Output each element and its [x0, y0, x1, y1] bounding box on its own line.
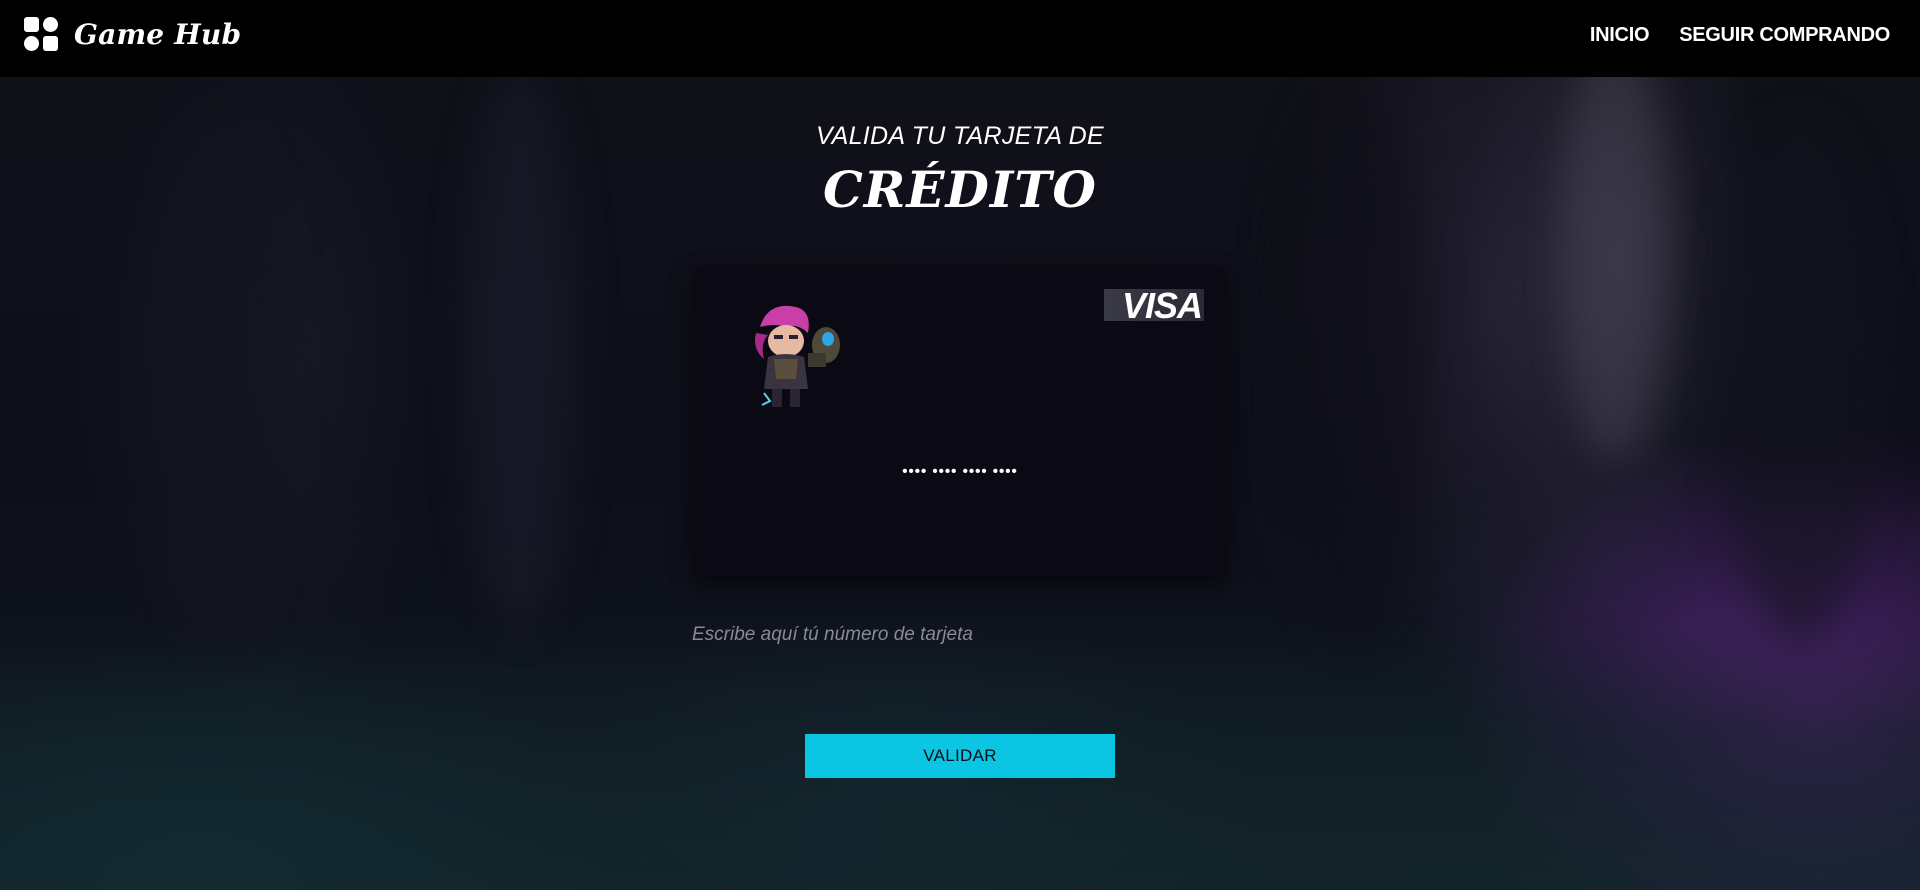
page-title: CRÉDITO — [823, 160, 1097, 219]
heading-subtitle: VALIDA TU TARJETA DE — [816, 122, 1104, 150]
validate-button[interactable]: VALIDAR — [805, 734, 1115, 778]
credit-card-preview: VISA •••• •••• •••• •••• — [692, 265, 1228, 576]
main-nav: INICIO SEGUIR COMPRANDO — [1590, 20, 1890, 50]
brand[interactable]: Game Hub — [24, 16, 241, 52]
brand-name: Game Hub — [74, 17, 242, 51]
apps-grid-icon — [24, 17, 58, 51]
card-number-masked: •••• •••• •••• •••• — [902, 463, 1018, 480]
card-number-input[interactable] — [692, 620, 1228, 650]
champion-avatar-icon — [755, 305, 840, 407]
page: Game Hub INICIO SEGUIR COMPRANDO VALIDA … — [0, 0, 1920, 890]
nav-link-inicio[interactable]: INICIO — [1590, 20, 1650, 50]
top-navbar: Game Hub INICIO SEGUIR COMPRANDO — [0, 0, 1920, 77]
visa-logo: VISA — [1104, 285, 1204, 326]
nav-link-seguir-comprando[interactable]: SEGUIR COMPRANDO — [1679, 20, 1890, 50]
